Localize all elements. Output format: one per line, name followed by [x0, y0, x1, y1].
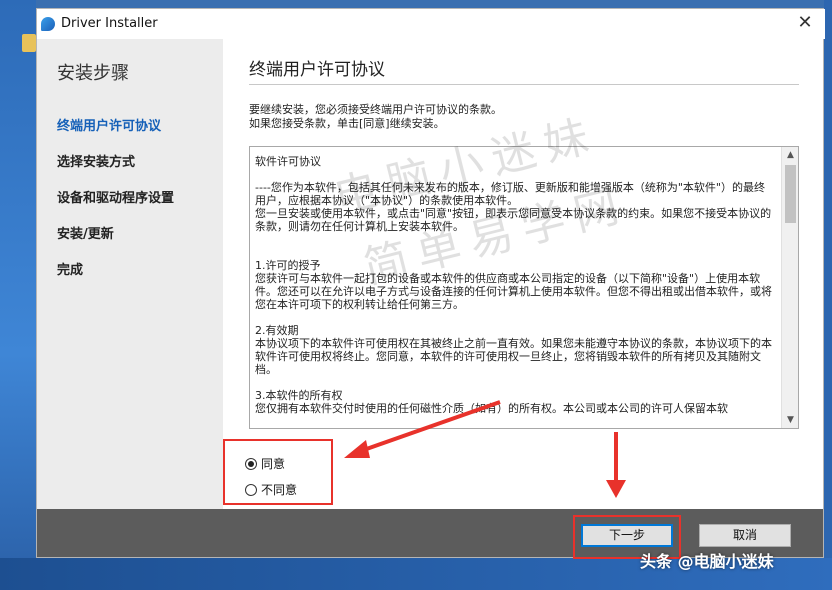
close-button[interactable]: ✕	[795, 13, 815, 33]
title-divider	[249, 84, 799, 85]
desktop-background-left	[0, 0, 36, 590]
agreement-radio-group: 同意 不同意	[223, 439, 333, 505]
installer-window: Driver Installer ✕ 安装步骤 终端用户许可协议 选择安装方式 …	[36, 8, 825, 559]
license-section-heading: 3.本软件的所有权	[255, 389, 343, 402]
steps-sidebar: 安装步骤 终端用户许可协议 选择安装方式 设备和驱动程序设置 安装/更新 完成	[37, 39, 223, 509]
sidebar-item-device-settings[interactable]: 设备和驱动程序设置	[57, 187, 174, 206]
radio-agree-indicator[interactable]	[245, 457, 257, 470]
radio-disagree-label: 不同意	[261, 483, 298, 497]
title-bar[interactable]: Driver Installer ✕	[37, 9, 825, 39]
folder-icon	[22, 34, 36, 52]
sidebar-heading: 安装步骤	[57, 63, 129, 84]
sidebar-item-finish[interactable]: 完成	[57, 259, 83, 278]
license-paragraph: 您仅拥有本软件交付时使用的任何磁性介质（如有）的所有权。本公司或本公司的许可人保…	[255, 402, 728, 415]
radio-agree-label: 同意	[261, 457, 286, 471]
desktop-background-right	[824, 0, 832, 590]
radio-disagree-indicator[interactable]	[245, 483, 257, 496]
sidebar-item-install-method[interactable]: 选择安装方式	[57, 151, 135, 170]
radio-disagree[interactable]: 不同意	[245, 481, 297, 498]
sidebar-item-install-update[interactable]: 安装/更新	[57, 223, 114, 242]
license-scrollbar[interactable]: ▲ ▼	[781, 147, 798, 428]
license-section-heading: 2.有效期	[255, 324, 299, 337]
sidebar-item-eula[interactable]: 终端用户许可协议	[57, 115, 161, 134]
scroll-thumb[interactable]	[785, 165, 796, 223]
scroll-up-arrow-icon[interactable]: ▲	[782, 147, 799, 163]
license-paragraph: 您获许可与本软件一起打包的设备或本软件的供应商或本公司指定的设备（以下简称"设备…	[255, 272, 772, 311]
page-title: 终端用户许可协议	[249, 60, 385, 80]
intro-text: 要继续安装，您必须接受终端用户许可协议的条款。 如果您接受条款，单击[同意]继续…	[249, 103, 502, 131]
main-panel: 终端用户许可协议 要继续安装，您必须接受终端用户许可协议的条款。 如果您接受条款…	[223, 39, 823, 509]
scroll-down-arrow-icon[interactable]: ▼	[782, 412, 799, 428]
radio-agree[interactable]: 同意	[245, 455, 285, 472]
license-paragraph: 本协议项下的本软件许可使用权在其被终止之前一直有效。如果您未能遵守本协议的条款，…	[255, 337, 772, 376]
next-button[interactable]: 下一步	[581, 524, 673, 547]
window-title: Driver Installer	[61, 16, 158, 31]
source-credit: 头条 @电脑小迷妹	[640, 552, 774, 571]
driver-installer-icon	[41, 17, 55, 31]
license-section-heading: 1.许可的授予	[255, 259, 321, 272]
cancel-button[interactable]: 取消	[699, 524, 791, 547]
intro-line-1: 要继续安装，您必须接受终端用户许可协议的条款。	[249, 103, 502, 116]
